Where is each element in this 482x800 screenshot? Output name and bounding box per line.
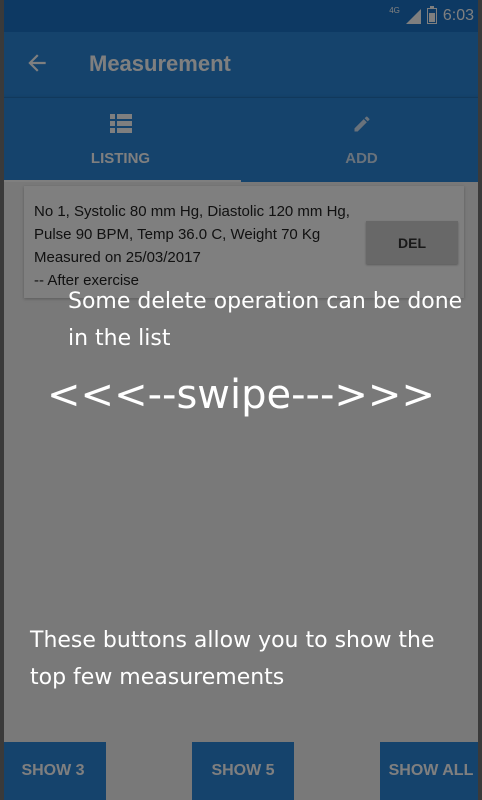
screen-edge-left (0, 0, 4, 800)
swipe-hint: <<<--swipe--->>> (47, 372, 435, 418)
tutorial-overlay[interactable]: Some delete operation can be done in the… (0, 0, 482, 800)
screen-edge-right (478, 0, 482, 800)
buttons-hint: These buttons allow you to show the top … (30, 628, 435, 690)
delete-hint: Some delete operation can be done in the… (68, 289, 463, 351)
app-screen: 4G 6:03 Measurement LISTING (0, 0, 482, 800)
